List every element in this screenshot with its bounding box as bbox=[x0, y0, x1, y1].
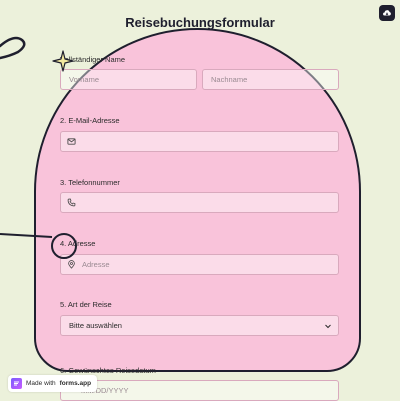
badge-brand: forms.app bbox=[59, 380, 92, 387]
address-label: 4. Adresse bbox=[60, 239, 96, 248]
location-pin-icon bbox=[67, 260, 76, 269]
cloud-save-icon bbox=[383, 10, 391, 16]
first-name-input[interactable]: Vorname bbox=[60, 69, 197, 90]
mail-icon bbox=[67, 137, 76, 146]
email-label: 2. E-Mail-Adresse bbox=[60, 116, 120, 125]
decorative-stroke-top-left bbox=[0, 36, 26, 60]
email-input[interactable] bbox=[60, 131, 339, 152]
travel-date-label: 6. Gewünschtes Reisedatum bbox=[60, 366, 156, 375]
travel-type-select[interactable]: Bitte auswählen bbox=[60, 315, 339, 336]
last-name-input[interactable]: Nachname bbox=[202, 69, 339, 90]
save-button[interactable] bbox=[379, 5, 395, 21]
address-input[interactable]: Adresse bbox=[60, 254, 339, 275]
travel-date-input[interactable]: MM/DD/YYYY bbox=[60, 380, 339, 401]
phone-input[interactable] bbox=[60, 192, 339, 213]
page-title: Reisebuchungsformular bbox=[125, 15, 275, 30]
travel-type-selected-value: Bitte auswählen bbox=[69, 321, 122, 330]
travel-type-label: 5. Art der Reise bbox=[60, 300, 112, 309]
address-placeholder: Adresse bbox=[82, 260, 110, 269]
phone-icon bbox=[67, 198, 76, 207]
phone-label: 3. Telefonnummer bbox=[60, 178, 120, 187]
made-with-forms-app-badge[interactable]: Made with forms.app bbox=[8, 375, 98, 392]
forms-app-logo-icon bbox=[11, 378, 22, 389]
last-name-placeholder: Nachname bbox=[211, 75, 248, 84]
full-name-label: Vollständiger Name bbox=[60, 55, 126, 64]
first-name-placeholder: Vorname bbox=[69, 75, 100, 84]
chevron-down-icon bbox=[324, 322, 332, 330]
badge-prefix: Made with bbox=[26, 380, 56, 387]
